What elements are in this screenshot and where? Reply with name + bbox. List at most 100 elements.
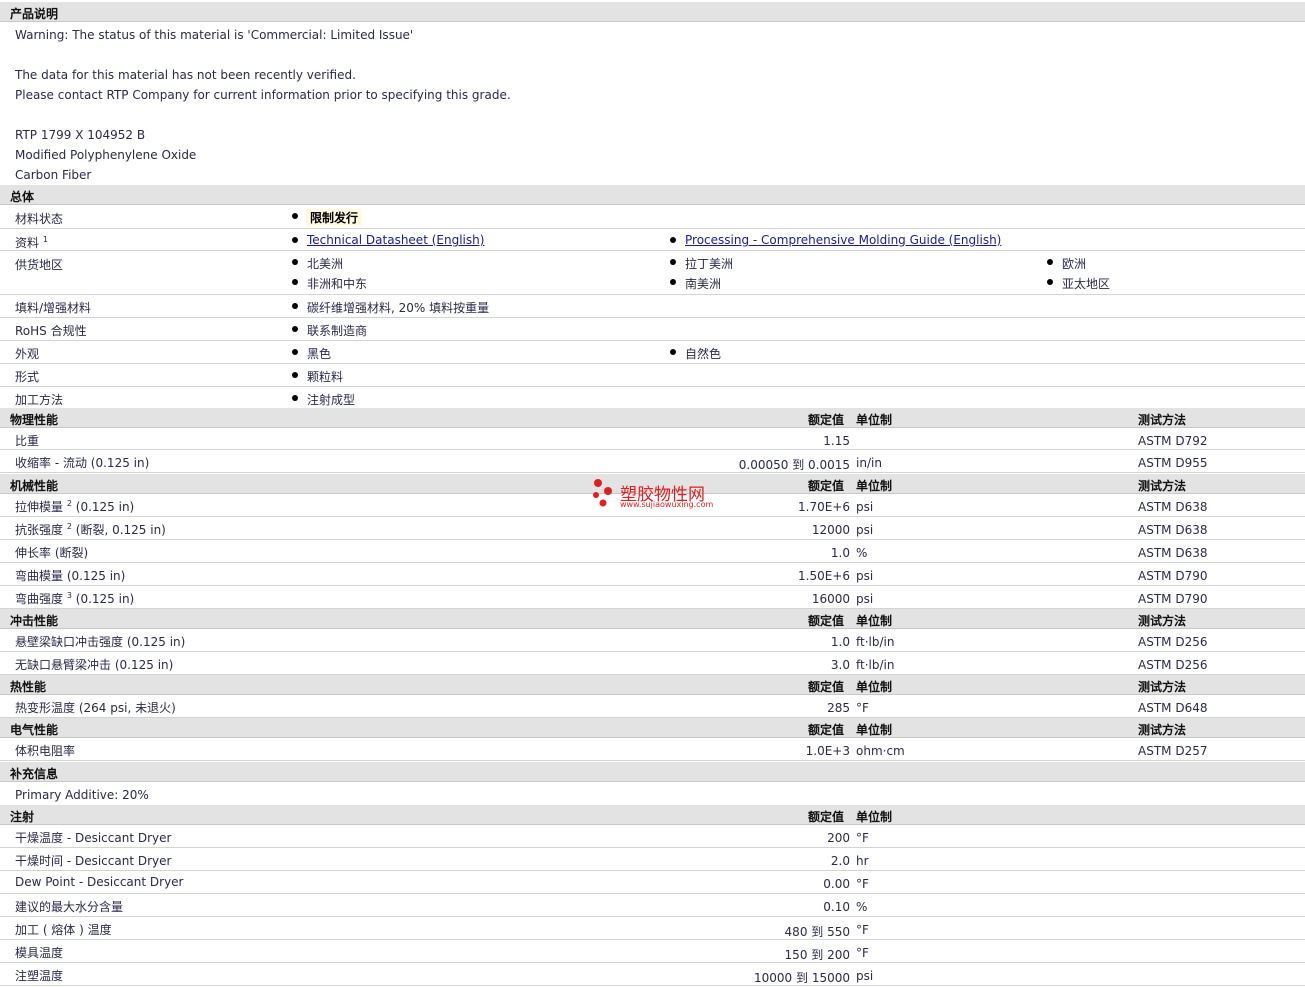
desc-line: Carbon Fiber — [15, 168, 92, 182]
footnote-ref: 2 — [66, 522, 72, 531]
property-unit: °F — [856, 831, 869, 845]
property-row: 热变形温度 (264 psi, 未退火) 285 °F ASTM D648 — [0, 695, 1305, 718]
property-value: 12000 — [811, 523, 850, 537]
property-value: 0.10 — [823, 900, 850, 914]
general-row-filler: 填料/增强材料 碳纤维增强材料, 20% 填料按重量 — [0, 295, 1305, 318]
bullet-icon — [292, 279, 298, 285]
section-header-thermal: 热性能 额定值 单位制 测试方法 — [0, 675, 1305, 695]
col-header-unit: 单位制 — [856, 680, 893, 694]
watermark-logo: 塑胶物性网 www.sujiaowuxing.com — [590, 476, 720, 510]
region-item: 北美洲 — [307, 257, 344, 271]
property-test-method: ASTM D638 — [1138, 500, 1208, 514]
appearance-item: 自然色 — [685, 347, 722, 361]
general-row-form: 形式 颗粒料 — [0, 364, 1305, 387]
additional-note: Primary Additive: 20% — [15, 788, 149, 802]
col-header-unit: 单位制 — [856, 723, 893, 737]
property-name: 干燥时间 - Desiccant Dryer — [15, 852, 171, 869]
col-header-nominal: 额定值 — [808, 479, 845, 493]
bullet-icon — [292, 213, 298, 219]
property-name: 热变形温度 (264 psi, 未退火) — [15, 699, 176, 716]
filler-value: 碳纤维增强材料, 20% 填料按重量 — [307, 301, 490, 315]
section-header-injection: 注射 额定值 单位制 — [0, 805, 1305, 825]
col-header-nominal: 额定值 — [808, 680, 845, 694]
section-title: 注射 — [10, 810, 35, 824]
property-name-text: 模具温度 — [15, 946, 64, 960]
property-unit: psi — [856, 569, 874, 583]
col-header-unit: 单位制 — [856, 614, 893, 628]
property-condition: (264 psi, 未退火) — [78, 701, 176, 715]
property-name-text: Dew Point - Desiccant Dryer — [15, 875, 184, 889]
property-unit: psi — [856, 969, 874, 983]
property-condition: (0.125 in) — [75, 592, 135, 606]
property-name-text: 注塑温度 — [15, 969, 64, 983]
general-row-method: 加工方法 注射成型 — [0, 387, 1305, 408]
bullet-icon — [292, 326, 298, 332]
bullet-icon — [670, 237, 676, 243]
section-title: 热性能 — [10, 680, 47, 694]
method-value: 注射成型 — [307, 393, 356, 407]
property-test-method: ASTM D955 — [1138, 456, 1208, 470]
region-item: 拉丁美洲 — [685, 257, 734, 271]
property-value: 1.0E+3 — [805, 744, 850, 758]
col-header-unit: 单位制 — [856, 810, 893, 824]
property-row: 悬壁梁缺口冲击强度 (0.125 in) 1.0 ft·lb/in ASTM D256 — [0, 629, 1305, 652]
property-value: 2.0 — [830, 854, 850, 868]
property-value: 1.0 — [830, 635, 850, 649]
property-test-method: ASTM D792 — [1138, 434, 1208, 448]
section-header-impact: 冲击性能 额定值 单位制 测试方法 — [0, 609, 1305, 629]
property-test-method: ASTM D256 — [1138, 658, 1208, 672]
property-unit: psi — [856, 592, 874, 606]
general-row-rohs: RoHS 合规性 联系制造商 — [0, 318, 1305, 341]
bullet-icon — [670, 349, 676, 355]
footnote-ref: 3 — [66, 591, 72, 600]
property-unit: ft·lb/in — [856, 658, 895, 672]
property-test-method: ASTM D790 — [1138, 592, 1208, 606]
property-unit: °F — [856, 877, 869, 891]
property-name-text: 加工 ( 熔体 ) 温度 — [15, 923, 112, 937]
desc-line: Warning: The status of this material is … — [15, 28, 414, 42]
property-value: 150 到 200 — [784, 948, 850, 962]
property-unit: ohm·cm — [856, 744, 905, 758]
property-test-method: ASTM D790 — [1138, 569, 1208, 583]
property-unit: % — [856, 900, 868, 914]
property-value: 1.50E+6 — [798, 569, 850, 583]
property-row: 加工 ( 熔体 ) 温度 480 到 550 °F — [0, 917, 1305, 940]
property-name: 抗张强度 2 (断裂, 0.125 in) — [15, 521, 166, 538]
col-header-nominal: 额定值 — [808, 723, 845, 737]
bullet-icon — [292, 349, 298, 355]
technical-datasheet-link[interactable]: Technical Datasheet (English) — [307, 233, 484, 247]
col-header-nominal: 额定值 — [808, 413, 845, 427]
property-name-text: 抗张强度 — [15, 523, 64, 537]
processing-guide-link[interactable]: Processing - Comprehensive Molding Guide… — [685, 233, 1001, 247]
property-name: 模具温度 — [15, 944, 63, 961]
col-header-nominal: 额定值 — [808, 810, 845, 824]
desc-line: Modified Polyphenylene Oxide — [15, 148, 197, 162]
general-row-appearance: 外观 黑色 自然色 — [0, 341, 1305, 364]
property-name-text: 比重 — [15, 434, 40, 448]
property-unit: ft·lb/in — [856, 635, 895, 649]
general-row-docs: 资料 1 Technical Datasheet (English) Proce… — [0, 229, 1305, 251]
property-condition: (断裂, 0.125 in) — [75, 523, 166, 537]
col-header-test: 测试方法 — [1138, 413, 1187, 427]
property-name: 比重 — [15, 432, 39, 449]
col-header-test: 测试方法 — [1138, 680, 1187, 694]
property-row: 干燥温度 - Desiccant Dryer 200 °F — [0, 825, 1305, 848]
property-name: 建议的最大水分含量 — [15, 898, 123, 915]
property-name-text: 弯曲强度 — [15, 592, 64, 606]
property-row: 无缺口悬臂梁冲击 (0.125 in) 3.0 ft·lb/in ASTM D256 — [0, 652, 1305, 675]
property-value: 1.0 — [830, 546, 850, 560]
property-value: 200 — [827, 831, 850, 845]
property-unit: in/in — [856, 456, 882, 470]
property-name-text: 干燥温度 - Desiccant Dryer — [15, 831, 172, 845]
property-unit: psi — [856, 523, 874, 537]
property-test-method: ASTM D648 — [1138, 701, 1208, 715]
section-header-additional: 补充信息 — [0, 762, 1305, 782]
bullet-icon — [670, 279, 676, 285]
property-value: 3.0 — [830, 658, 850, 672]
bullet-icon — [292, 395, 298, 401]
row-label: 外观 — [15, 347, 40, 361]
row-label: 形式 — [15, 370, 40, 384]
property-test-method: ASTM D638 — [1138, 523, 1208, 537]
bullet-icon — [1047, 279, 1053, 285]
property-value: 285 — [827, 701, 850, 715]
